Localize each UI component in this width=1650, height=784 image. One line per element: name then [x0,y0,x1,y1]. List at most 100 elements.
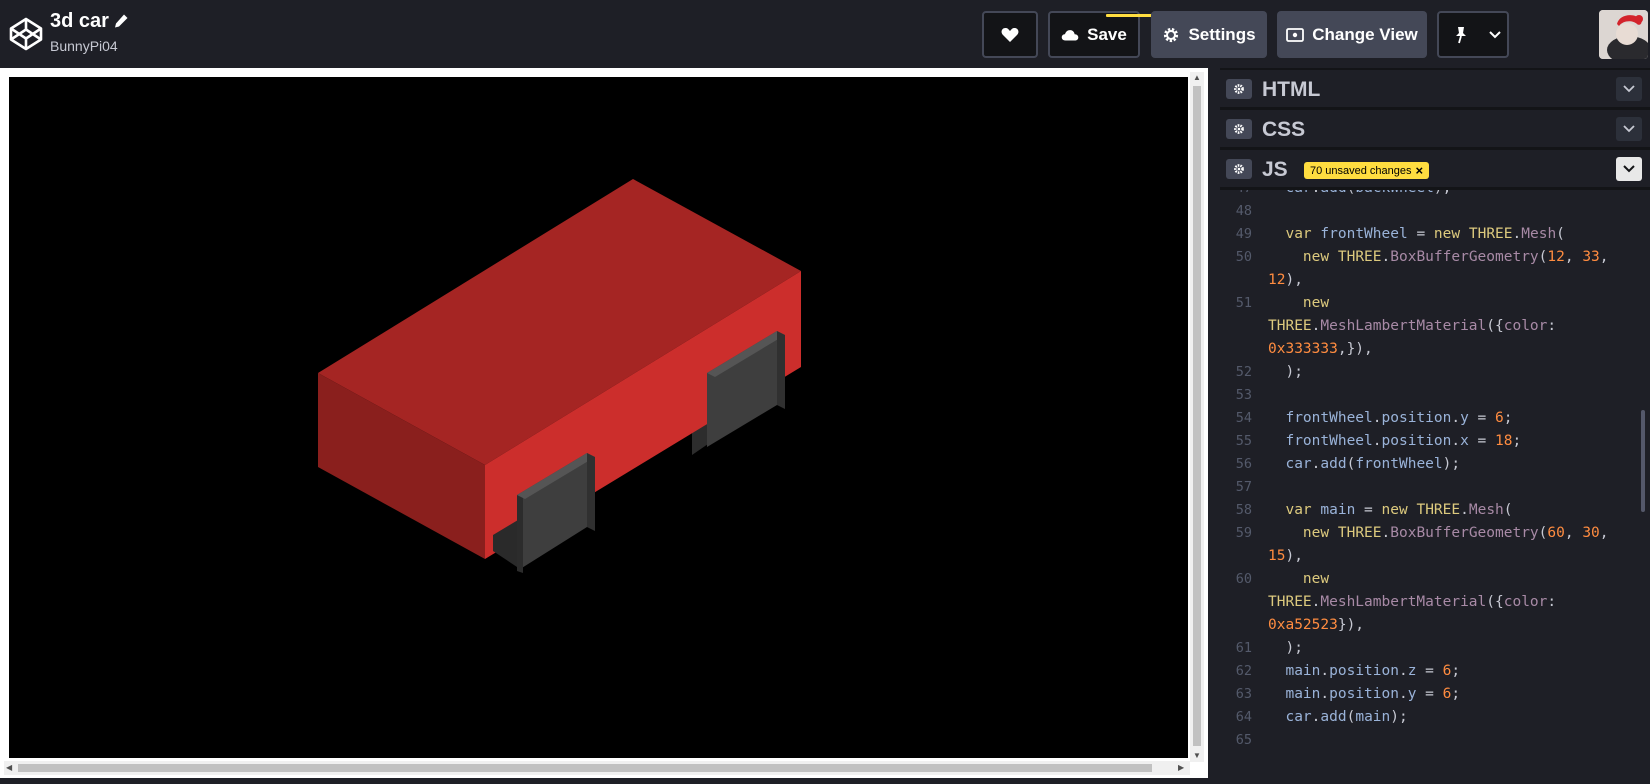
settings-button[interactable]: Settings [1151,11,1267,58]
line-number: 61 [1235,640,1252,656]
preview-bottom-strip [0,778,1208,784]
html-settings-button[interactable] [1226,79,1252,99]
code-line[interactable]: 65 [1220,728,1650,752]
code-line[interactable]: 55 frontWheel.position.x = 18; [1220,429,1650,453]
code-line[interactable]: 59 new THREE.BoxBufferGeometry(60, 30, [1220,521,1650,545]
code-line[interactable]: 62 main.position.z = 6; [1220,659,1650,683]
editor-column: HTML CSS JS 70 unsaved changes × 47 car.… [1220,68,1650,784]
code-line[interactable]: 52 ); [1220,360,1650,384]
change-view-button[interactable]: Change View [1277,11,1427,58]
line-number: 55 [1235,433,1252,449]
line-number: 59 [1235,525,1252,541]
gear-icon [1234,164,1244,174]
preview-vertical-scrollbar[interactable]: ▲ ▼ [1190,72,1204,762]
code-text: main.position.y = 6; [1285,686,1461,702]
code-line[interactable]: 60 new [1220,567,1650,591]
code-text: var main = new THREE.Mesh( [1285,502,1513,518]
code-text: 0x333333,}), [1268,341,1373,357]
avatar-image-icon [1599,10,1648,59]
html-pane-title: HTML [1262,78,1321,101]
close-icon[interactable]: × [1416,163,1424,178]
cloud-icon [1061,29,1079,40]
threejs-canvas[interactable] [9,77,1188,758]
code-line[interactable]: 61 ); [1220,636,1650,660]
line-number: 63 [1235,686,1252,702]
edit-pencil-icon[interactable] [113,13,129,29]
code-line[interactable]: 50 new THREE.BoxBufferGeometry(12, 33, [1220,245,1650,269]
line-number: 50 [1235,249,1252,265]
code-text: THREE.MeshLambertMaterial({color: [1268,594,1557,610]
code-text: ); [1268,640,1303,656]
code-line[interactable]: 49 var frontWheel = new THREE.Mesh( [1220,222,1650,246]
js-code-editor[interactable]: 47 car.add(backWheel);4849 var frontWhee… [1220,190,1650,784]
preview-horizontal-scrollbar[interactable]: ◀ ▶ [4,761,1190,775]
code-line[interactable]: 51 new [1220,291,1650,315]
line-number: 54 [1235,410,1252,426]
gear-icon [1234,84,1244,94]
code-line[interactable]: 56 car.add(frontWheel); [1220,452,1650,476]
code-text: frontWheel.position.y = 6; [1285,410,1513,426]
pin-button[interactable] [1437,11,1509,58]
code-line[interactable]: 0x333333,}), [1220,337,1650,361]
code-text: car.add(frontWheel); [1285,456,1461,472]
car-render [318,179,801,573]
code-line[interactable]: 48 [1220,199,1650,223]
user-avatar[interactable] [1599,10,1648,59]
chevron-down-icon[interactable] [1489,31,1501,39]
unsaved-changes-badge[interactable]: 70 unsaved changes × [1304,162,1430,179]
css-pane-header[interactable]: CSS [1220,110,1650,148]
pen-title[interactable]: 3d car [50,10,109,33]
css-pane-title: CSS [1262,118,1306,141]
js-pane-title: JS [1262,158,1288,181]
js-collapse-button[interactable] [1616,157,1642,181]
chevron-down-icon [1623,125,1635,133]
code-line[interactable]: 12), [1220,268,1650,292]
code-line[interactable]: 54 frontWheel.position.y = 6; [1220,406,1650,430]
code-line[interactable]: THREE.MeshLambertMaterial({color: [1220,314,1650,338]
code-text: new THREE.BoxBufferGeometry(60, 30, [1302,525,1609,541]
js-settings-button[interactable] [1226,159,1252,179]
resize-divider[interactable] [1208,68,1220,784]
line-number: 60 [1235,571,1252,587]
code-text: THREE.MeshLambertMaterial({color: [1268,318,1557,334]
line-number: 49 [1235,226,1252,242]
css-collapse-button[interactable] [1616,117,1642,141]
line-number: 56 [1235,456,1252,472]
code-text: new [1302,571,1330,587]
save-button[interactable]: Save [1048,11,1140,58]
code-text: new THREE.BoxBufferGeometry(12, 33, [1302,249,1609,265]
code-text: 0xa52523}), [1268,617,1365,633]
code-line[interactable]: 57 [1220,475,1650,499]
code-line[interactable]: 64 car.add(main); [1220,705,1650,729]
change-view-label: Change View [1312,24,1418,44]
code-scrollbar-thumb[interactable] [1641,410,1645,512]
line-number: 57 [1235,479,1252,495]
codepen-logo-icon[interactable] [8,16,44,52]
code-line[interactable]: 15), [1220,544,1650,568]
author-name[interactable]: BunnyPi04 [50,38,118,54]
code-text: main.position.z = 6; [1285,663,1461,679]
code-text: var frontWheel = new THREE.Mesh( [1285,226,1565,242]
settings-label: Settings [1188,24,1256,44]
line-number: 51 [1235,295,1252,311]
line-number: 48 [1235,203,1252,219]
code-line[interactable]: 63 main.position.y = 6; [1220,682,1650,706]
code-text: 15), [1268,548,1303,564]
code-line[interactable]: 53 [1220,383,1650,407]
html-collapse-button[interactable] [1616,77,1642,101]
code-line[interactable]: 58 var main = new THREE.Mesh( [1220,498,1650,522]
code-text: car.add(main); [1285,709,1408,725]
code-line[interactable]: 0xa52523}), [1220,613,1650,637]
html-pane-header[interactable]: HTML [1220,70,1650,108]
js-pane-header[interactable]: JS 70 unsaved changes × [1220,150,1650,188]
top-header: 3d car BunnyPi04 Save Settings Change Vi… [0,0,1650,68]
love-button[interactable] [982,11,1038,58]
line-number: 64 [1235,709,1252,725]
layout-view-icon [1286,27,1305,42]
gear-icon [1164,27,1179,42]
code-text: ); [1268,364,1303,380]
css-settings-button[interactable] [1226,119,1252,139]
pin-icon [1456,26,1466,43]
line-number: 62 [1235,663,1252,679]
code-line[interactable]: THREE.MeshLambertMaterial({color: [1220,590,1650,614]
